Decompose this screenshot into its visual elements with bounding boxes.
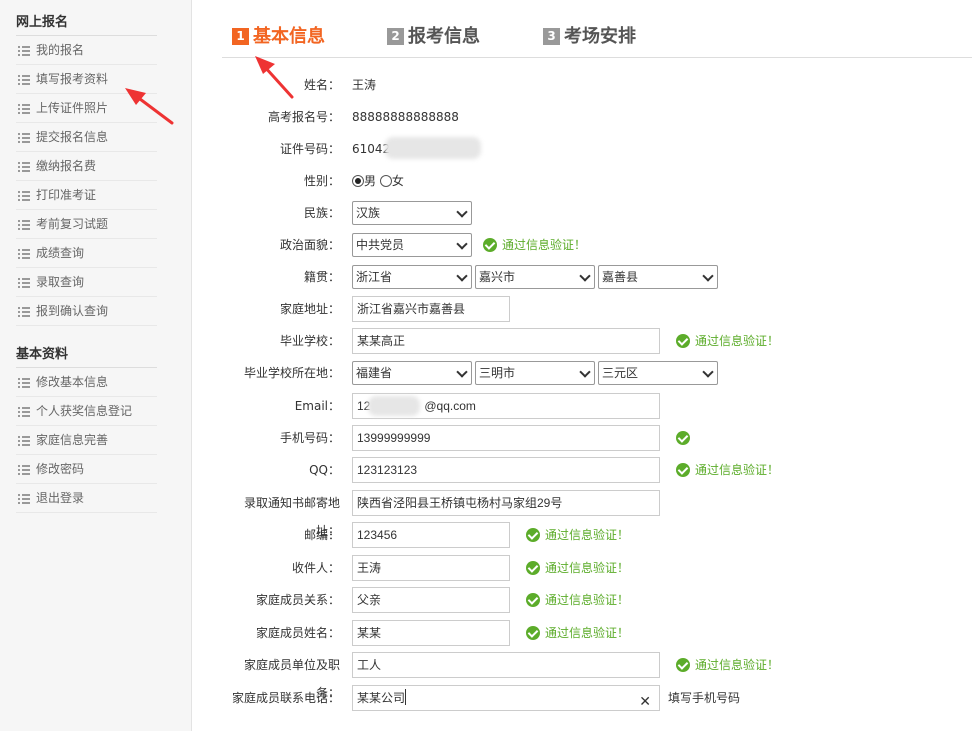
annotation-arrow-tab (255, 56, 294, 99)
annotation-arrow-sidebar (125, 88, 174, 125)
annotation-arrows (125, 56, 294, 125)
